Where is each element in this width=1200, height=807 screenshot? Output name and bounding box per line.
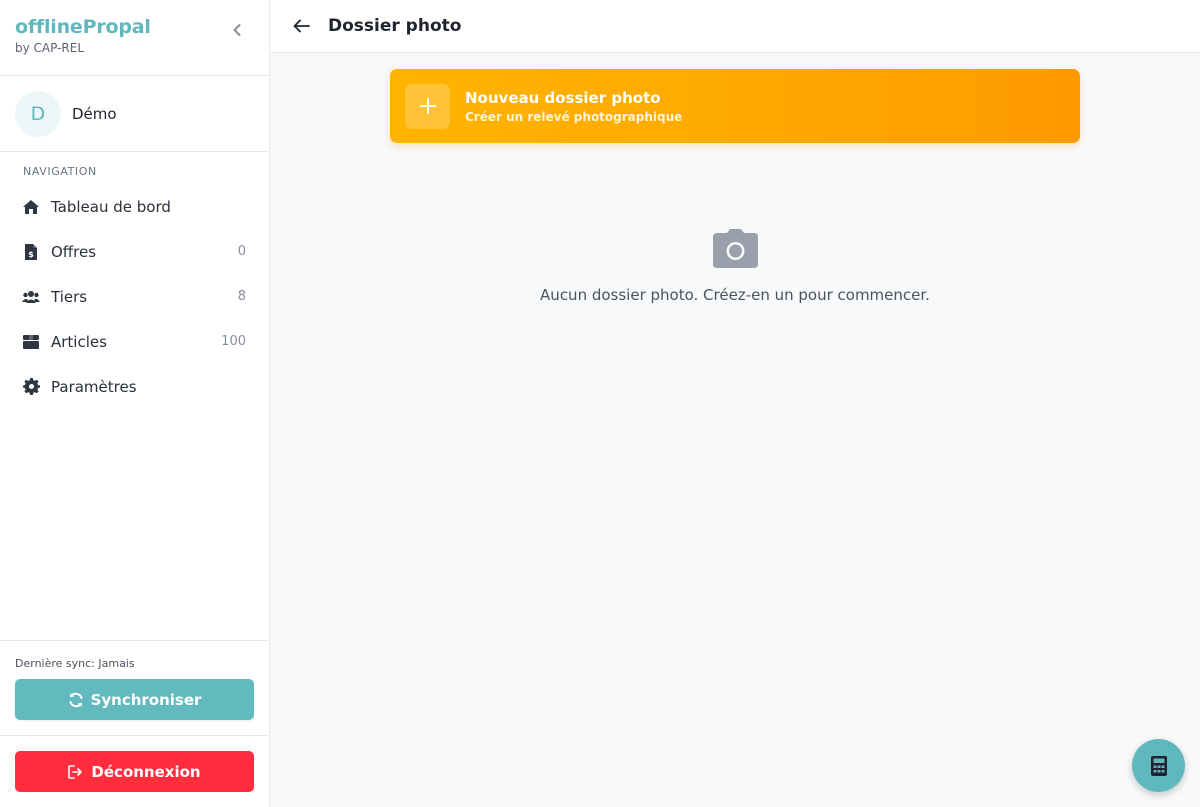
logout-button-label: Déconnexion — [91, 762, 201, 781]
sidebar-item-label: Paramètres — [51, 377, 137, 396]
new-folder-title: Nouveau dossier photo — [465, 88, 661, 107]
logout-section: Déconnexion — [0, 735, 269, 807]
svg-text:$: $ — [28, 250, 34, 259]
new-folder-subtitle: Créer un relevé photographique — [465, 109, 683, 124]
camera-icon — [390, 228, 1080, 269]
calculator-icon — [1150, 755, 1167, 776]
gear-icon — [22, 378, 40, 396]
avatar: D — [15, 90, 61, 137]
sidebar-item-count: 100 — [221, 334, 246, 349]
sidebar-item-parametres[interactable]: Paramètres — [0, 364, 269, 409]
app-name: offlinePropal — [15, 16, 151, 38]
home-icon — [22, 198, 40, 216]
page-header: Dossier photo — [270, 0, 1200, 53]
user-profile: D Démo — [0, 76, 269, 152]
back-button[interactable] — [291, 16, 311, 36]
plus-icon — [405, 83, 450, 129]
sidebar-item-label: Tableau de bord — [51, 197, 171, 216]
last-sync-text: Dernière sync: Jamais — [15, 657, 135, 670]
calculator-button[interactable] — [1132, 739, 1185, 792]
sidebar: offlinePropal by CAP-REL D Démo NAVIGATI… — [0, 0, 270, 807]
sync-button[interactable]: Synchroniser — [15, 679, 254, 720]
empty-state-message: Aucun dossier photo. Créez-en un pour co… — [540, 286, 930, 304]
collapse-sidebar-button[interactable] — [227, 20, 247, 40]
page-title: Dossier photo — [328, 16, 462, 36]
sidebar-item-offres[interactable]: $ Offres 0 — [0, 229, 269, 274]
nav-section-title: NAVIGATION — [23, 165, 97, 178]
empty-state: Aucun dossier photo. Créez-en un pour co… — [390, 228, 1080, 304]
sidebar-item-label: Offres — [51, 242, 97, 261]
logout-button[interactable]: Déconnexion — [15, 751, 254, 792]
app-subtitle: by CAP-REL — [15, 41, 85, 55]
brand-header: offlinePropal by CAP-REL — [0, 0, 269, 76]
refresh-icon — [69, 692, 83, 707]
invoice-icon: $ — [22, 243, 40, 261]
sidebar-item-dashboard[interactable]: Tableau de bord — [0, 184, 269, 229]
users-icon — [22, 288, 40, 306]
sign-out-icon — [68, 764, 83, 779]
sidebar-item-tiers[interactable]: Tiers 8 — [0, 274, 269, 319]
sync-button-label: Synchroniser — [90, 690, 202, 709]
sync-section: Dernière sync: Jamais Synchroniser — [0, 640, 269, 735]
chevron-left-icon — [233, 24, 241, 36]
sidebar-item-articles[interactable]: Articles 100 — [0, 319, 269, 364]
sidebar-item-count: 8 — [237, 289, 246, 304]
sidebar-item-label: Tiers — [51, 287, 88, 306]
arrow-left-icon — [293, 19, 310, 33]
sidebar-item-count: 0 — [237, 244, 246, 259]
box-icon — [22, 333, 40, 351]
user-name: Démo — [72, 104, 117, 123]
new-photo-folder-button[interactable]: Nouveau dossier photo Créer un relevé ph… — [390, 69, 1080, 143]
sidebar-item-label: Articles — [51, 332, 107, 351]
